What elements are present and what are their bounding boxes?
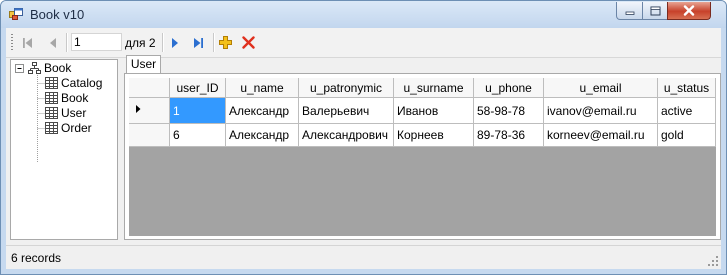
tree-node-label: Book [61, 91, 89, 105]
data-grid[interactable]: user_ID u_name u_patronymic u_surname u_… [129, 78, 716, 236]
move-previous-button[interactable] [44, 34, 61, 51]
client-area: для 2 [6, 28, 721, 269]
grid-header-row: user_ID u_name u_patronymic u_surname u_… [129, 78, 716, 98]
position-input[interactable] [71, 33, 122, 51]
table-row[interactable]: 1 Александр Валерьевич Иванов 58-98-78 i… [129, 97, 716, 124]
tree-node-label: Book [44, 61, 72, 75]
minimize-icon [625, 11, 634, 15]
tree-node-order[interactable]: Order [45, 121, 92, 135]
move-last-icon [193, 37, 203, 48]
table-row[interactable]: 6 Александр Александрович Корнеев 89-78-… [129, 123, 716, 147]
table-icon [45, 107, 58, 119]
row-header[interactable] [129, 123, 170, 147]
column-header[interactable]: u_patronymic [298, 78, 394, 98]
move-previous-icon [49, 37, 56, 48]
table-icon [45, 92, 58, 104]
grid-cell[interactable]: Корнеев [393, 123, 474, 147]
grid-corner-header[interactable] [129, 78, 170, 98]
grid-cell[interactable]: Александрович [298, 123, 394, 147]
column-header[interactable]: u_phone [473, 78, 544, 98]
grid-cell[interactable]: gold [657, 123, 716, 147]
add-new-icon [219, 36, 232, 49]
grid-cell[interactable]: active [657, 97, 716, 124]
hierarchy-icon [28, 61, 41, 74]
toolbar-grip[interactable] [11, 34, 13, 51]
move-last-button[interactable] [189, 34, 206, 51]
delete-icon [242, 36, 255, 49]
maximize-button[interactable] [642, 2, 668, 20]
app-window: Book v10 для 2 [0, 0, 727, 275]
row-header[interactable] [129, 97, 170, 124]
maximize-icon [650, 6, 660, 15]
toolbar-separator [66, 33, 68, 52]
column-header[interactable]: u_surname [393, 78, 474, 98]
table-icon [45, 122, 58, 134]
grid-cell[interactable]: ivanov@email.ru [543, 97, 658, 124]
tree-node-label: User [61, 106, 87, 120]
move-first-button[interactable] [19, 34, 36, 51]
column-header[interactable]: u_name [225, 78, 299, 98]
grid-cell[interactable]: 58-98-78 [473, 97, 544, 124]
toolbar-separator [162, 33, 164, 52]
binding-navigator: для 2 [6, 28, 721, 58]
tree-node-book[interactable]: Book [45, 91, 88, 105]
current-row-arrow-icon [136, 105, 141, 113]
tab-control: User user_ID u_name u_patronymic u_surna… [123, 55, 721, 242]
table-icon [45, 77, 58, 89]
move-first-icon [22, 37, 32, 48]
column-header[interactable]: u_email [543, 78, 658, 98]
record-count-label: для 2 [125, 36, 156, 50]
grid-cell[interactable]: korneev@email.ru [543, 123, 658, 147]
grid-cell[interactable]: 6 [169, 123, 226, 147]
move-next-icon [171, 37, 178, 48]
status-bar: 6 records [6, 245, 721, 269]
toolbar-separator [213, 33, 215, 52]
column-header[interactable]: user_ID [169, 78, 226, 98]
status-label: 6 records [11, 251, 62, 265]
app-icon [9, 8, 23, 20]
grid-cell[interactable]: 89-78-36 [473, 123, 544, 147]
tree-node-root[interactable]: Book [28, 61, 71, 75]
tree-node-user[interactable]: User [45, 106, 86, 120]
title-bar[interactable]: Book v10 [1, 1, 726, 28]
column-header[interactable]: u_status [657, 78, 716, 98]
tree-node-label: Order [61, 121, 92, 135]
window-title: Book v10 [30, 7, 85, 22]
move-next-button[interactable] [166, 34, 183, 51]
grid-cell[interactable]: Александр [225, 97, 299, 124]
tab-page-user: user_ID u_name u_patronymic u_surname u_… [124, 73, 721, 240]
grid-cell[interactable]: Александр [225, 123, 299, 147]
minimize-button[interactable] [616, 2, 643, 20]
close-button[interactable] [667, 2, 711, 20]
grid-cell[interactable]: Иванов [393, 97, 474, 124]
tree-view[interactable]: Book Catalog Book User Order [10, 59, 118, 240]
tab-user[interactable]: User [126, 55, 161, 74]
delete-button[interactable] [240, 34, 257, 51]
grid-cell[interactable]: Валерьевич [298, 97, 394, 124]
grid-cell[interactable]: 1 [169, 97, 226, 124]
tree-node-catalog[interactable]: Catalog [45, 76, 102, 90]
close-icon [683, 5, 695, 16]
add-new-button[interactable] [217, 34, 234, 51]
tree-node-label: Catalog [61, 76, 103, 90]
resize-grip-icon[interactable] [708, 256, 719, 267]
